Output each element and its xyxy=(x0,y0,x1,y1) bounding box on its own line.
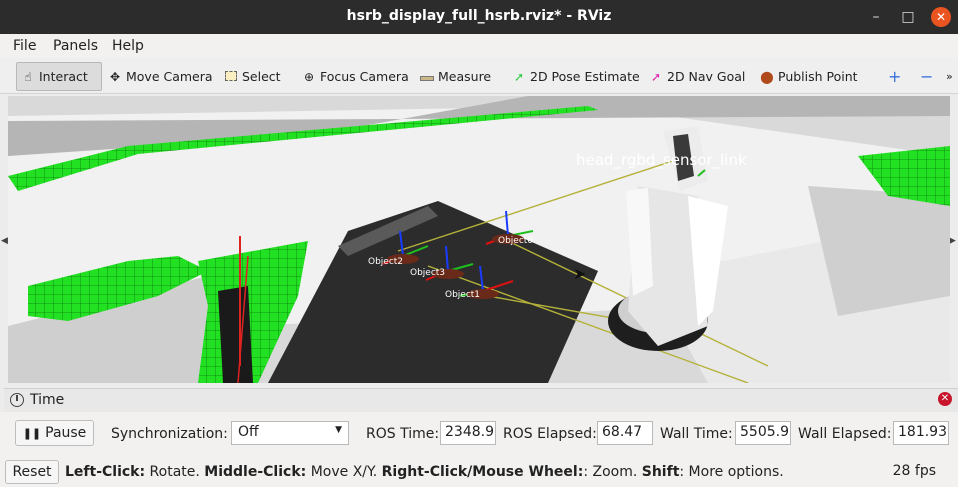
pause-label: Pause xyxy=(45,425,87,441)
help-text: Left-Click: Rotate. Middle-Click: Move X… xyxy=(65,464,784,480)
help-key: Middle-Click: xyxy=(204,464,307,480)
pause-icon: ❚❚ xyxy=(22,426,42,440)
remove-tool-button[interactable]: − xyxy=(916,62,937,91)
sync-value: Off xyxy=(238,424,259,440)
status-bar: Reset Left-Click: Rotate. Middle-Click: … xyxy=(0,458,958,487)
focus-camera-tool[interactable]: ⊕ Focus Camera xyxy=(298,62,413,91)
focus-camera-label: Focus Camera xyxy=(320,69,409,84)
menu-help[interactable]: Help xyxy=(112,38,144,54)
ros-time-field[interactable]: 2348.91 xyxy=(440,421,496,445)
ros-elapsed-label: ROS Elapsed: xyxy=(503,426,597,442)
ros-elapsed-field[interactable]: 68.47 xyxy=(597,421,653,445)
select-box-icon xyxy=(224,70,238,84)
frame-label-object1: Object1 xyxy=(445,290,481,300)
help-key: Shift xyxy=(641,464,680,480)
select-label: Select xyxy=(242,69,281,84)
window-title: hsrb_display_full_hsrb.rviz* - RViz xyxy=(346,8,612,24)
help-desc: : Zoom. xyxy=(583,464,642,480)
panel-close-icon[interactable]: ✕ xyxy=(938,392,952,406)
help-desc: Rotate. xyxy=(145,464,205,480)
interact-label: Interact xyxy=(39,69,88,84)
frame-label-object0: Object0 xyxy=(498,236,534,246)
minimize-button[interactable]: – xyxy=(866,7,886,27)
help-key: Left-Click: xyxy=(65,464,146,480)
green-arrow-icon: ➚ xyxy=(513,69,525,84)
mouse-cursor-icon: ➤ xyxy=(573,264,587,283)
clock-icon xyxy=(10,393,24,407)
time-panel-title: Time xyxy=(30,392,65,408)
move-camera-tool[interactable]: ✥ Move Camera xyxy=(104,62,217,91)
ruler-icon xyxy=(420,70,434,84)
time-panel-header: Time ✕ xyxy=(4,388,958,412)
help-desc: Move X/Y. xyxy=(306,464,382,480)
frame-label-object2: Object2 xyxy=(368,257,404,267)
right-dock-arrow-icon[interactable]: ▶ xyxy=(949,236,956,246)
select-tool[interactable]: Select xyxy=(220,62,285,91)
fps-counter: 28 fps xyxy=(892,463,936,479)
pause-button[interactable]: ❚❚ Pause xyxy=(15,420,94,446)
move-camera-label: Move Camera xyxy=(126,69,213,84)
move-arrows-icon: ✥ xyxy=(109,69,121,84)
sync-select[interactable]: Off ▼ xyxy=(231,421,349,445)
tool-bar: ☝ Interact ✥ Move Camera Select ⊕ Focus … xyxy=(0,58,958,94)
ros-time-label: ROS Time: xyxy=(366,426,440,442)
reset-button[interactable]: Reset xyxy=(5,460,59,484)
frame-label-object3: Object3 xyxy=(410,268,446,278)
frame-label-head-sensor: head_rgbd_sensor_link xyxy=(576,151,747,169)
publish-point-label: Publish Point xyxy=(778,69,858,84)
left-dock-arrow-icon[interactable]: ◀ xyxy=(1,236,8,246)
pose-estimate-tool[interactable]: ➚ 2D Pose Estimate xyxy=(508,62,644,91)
time-panel: ❚❚ Pause Synchronization: Off ▼ ROS Time… xyxy=(0,412,958,458)
focus-crosshair-icon: ⊕ xyxy=(303,69,315,84)
measure-label: Measure xyxy=(438,69,492,84)
toolbar-overflow-button[interactable]: » xyxy=(942,62,957,91)
render-viewport[interactable]: head_rgbd_sensor_link Object1 Object2 Ob… xyxy=(8,96,950,383)
menu-file[interactable]: File xyxy=(13,38,36,54)
magenta-arrow-icon: ➚ xyxy=(650,69,662,84)
wall-elapsed-field[interactable]: 181.93 xyxy=(893,421,949,445)
wall-time-field[interactable]: 5505.93 xyxy=(735,421,791,445)
maximize-button[interactable]: □ xyxy=(898,7,918,27)
close-button[interactable]: ✕ xyxy=(931,7,951,27)
sync-label: Synchronization: xyxy=(111,426,228,442)
add-tool-button[interactable]: + xyxy=(884,62,905,91)
nav-goal-tool[interactable]: ➚ 2D Nav Goal xyxy=(645,62,749,91)
interact-tool[interactable]: ☝ Interact xyxy=(16,62,102,91)
help-desc: : More options. xyxy=(679,464,784,480)
menu-panels[interactable]: Panels xyxy=(53,38,98,54)
publish-point-tool[interactable]: ⬤ Publish Point xyxy=(756,62,862,91)
nav-goal-label: 2D Nav Goal xyxy=(667,69,746,84)
wall-time-label: Wall Time: xyxy=(660,426,733,442)
map-pin-icon: ⬤ xyxy=(760,69,774,84)
chevron-down-icon: ▼ xyxy=(335,425,342,435)
title-bar: hsrb_display_full_hsrb.rviz* - RViz – □ … xyxy=(0,0,958,34)
help-key: Right-Click/Mouse Wheel: xyxy=(381,464,584,480)
measure-tool[interactable]: Measure xyxy=(416,62,495,91)
wall-elapsed-label: Wall Elapsed: xyxy=(798,426,892,442)
pose-estimate-label: 2D Pose Estimate xyxy=(530,69,640,84)
scene-render xyxy=(8,96,950,383)
hand-icon: ☝ xyxy=(24,69,32,84)
menu-bar: File Panels Help xyxy=(0,34,958,58)
